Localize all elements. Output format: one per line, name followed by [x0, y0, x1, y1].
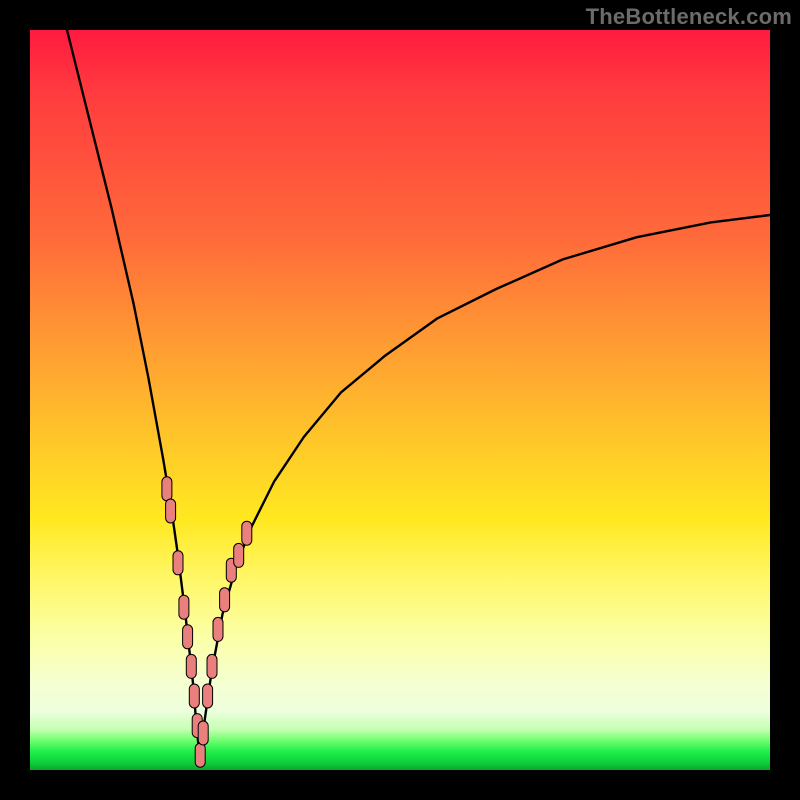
curve-marker [242, 521, 252, 545]
curve-marker [179, 595, 189, 619]
curve-marker [183, 625, 193, 649]
curve-marker [213, 617, 223, 641]
plot-area [30, 30, 770, 770]
curve-marker [166, 499, 176, 523]
curve-marker [220, 588, 230, 612]
curve-marker [189, 684, 199, 708]
curve-marker [195, 743, 205, 767]
curve-marker [173, 551, 183, 575]
curve-marker [162, 477, 172, 501]
chart-frame: TheBottleneck.com [0, 0, 800, 800]
watermark-text: TheBottleneck.com [586, 4, 792, 30]
curve-marker [203, 684, 213, 708]
curve-marker [234, 543, 244, 567]
bottleneck-curve [67, 30, 770, 763]
curve-marker [207, 654, 217, 678]
curve-marker [198, 721, 208, 745]
curve-layer [30, 30, 770, 770]
curve-marker [186, 654, 196, 678]
